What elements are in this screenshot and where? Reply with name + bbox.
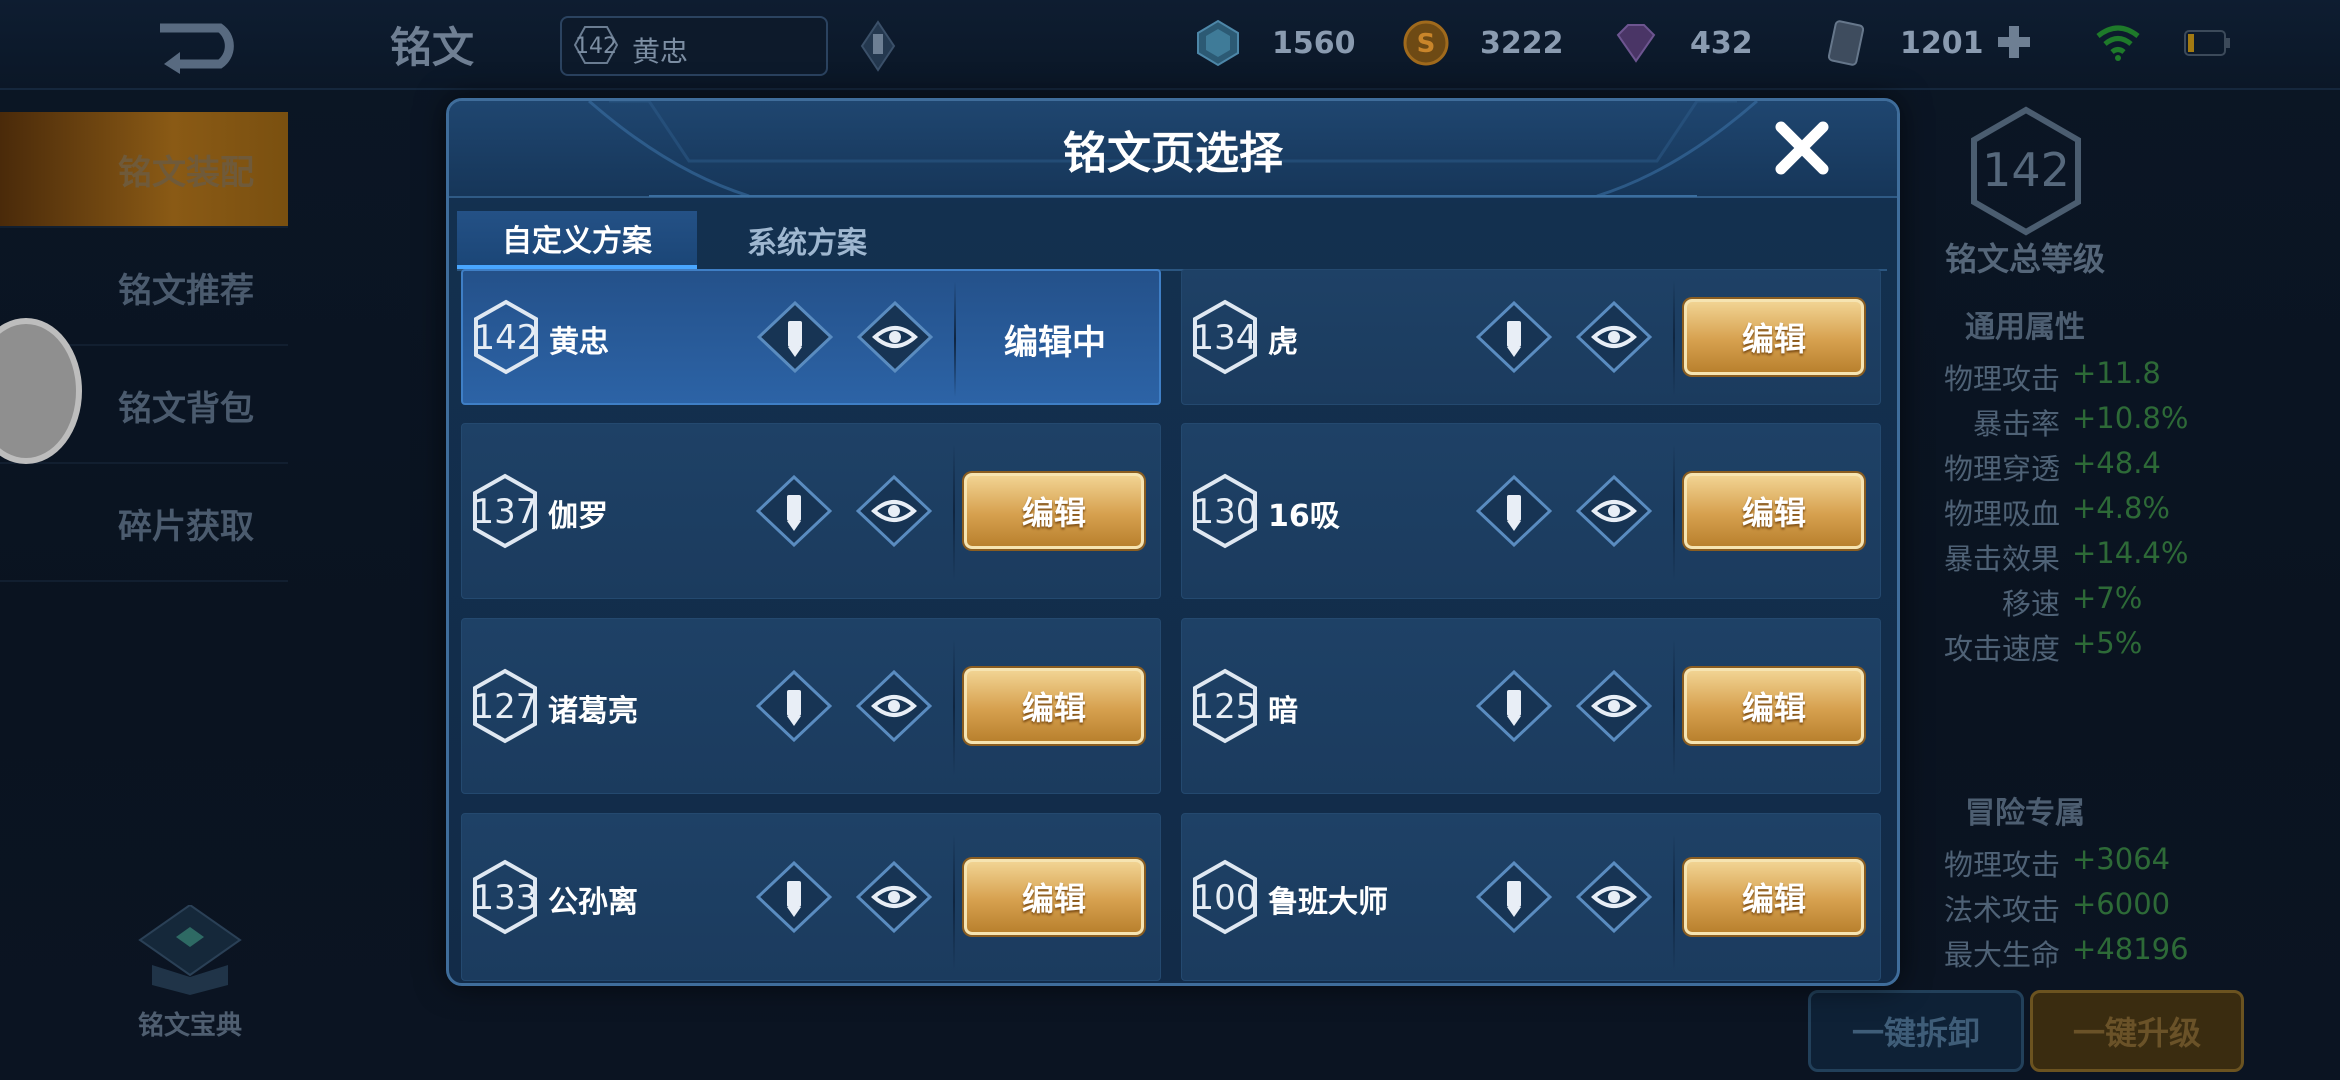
divider (1673, 280, 1675, 396)
rune-page-card[interactable]: 134 虎 编辑 (1181, 269, 1881, 405)
edit-button[interactable]: 编辑 (964, 859, 1144, 935)
level-hex-icon: 130 (1193, 473, 1258, 549)
page-name: 诸葛亮 (548, 694, 638, 729)
preview-eye-icon[interactable] (856, 861, 932, 933)
edit-button[interactable]: 编辑 (964, 473, 1144, 549)
preview-eye-icon[interactable] (1576, 861, 1652, 933)
divider (1673, 444, 1675, 580)
preview-eye-icon[interactable] (1576, 301, 1652, 373)
divider (1673, 639, 1675, 775)
rune-page-card[interactable]: 100 鲁班大师 编辑 (1181, 813, 1881, 981)
page-name: 鲁班大师 (1268, 885, 1388, 920)
tab-label: 自定义方案 (502, 224, 652, 259)
page-level: 125 (1193, 687, 1258, 727)
dialog-tabs: 自定义方案 系统方案 (457, 211, 1887, 271)
page-level: 100 (1193, 878, 1258, 918)
page-name: 虎 (1268, 325, 1298, 360)
edit-button[interactable]: 编辑 (964, 668, 1144, 744)
level-hex-icon: 137 (473, 473, 538, 549)
rename-pen-icon[interactable] (756, 670, 832, 742)
page-level: 137 (473, 492, 538, 532)
rename-pen-icon[interactable] (1476, 301, 1552, 373)
divider (953, 639, 955, 775)
page-name: 16吸 (1268, 499, 1340, 534)
edit-button[interactable]: 编辑 (1684, 668, 1864, 744)
page-level: 134 (1193, 318, 1258, 358)
editing-status: 编辑中 (1004, 323, 1106, 363)
edit-button[interactable]: 编辑 (1684, 859, 1864, 935)
dialog-title: 铭文页选择 (1063, 128, 1283, 179)
rune-page-select-dialog: 铭文页选择 自定义方案 系统方案 142 黄忠 编辑中 134 虎 编辑 137… (446, 98, 1900, 986)
preview-eye-icon[interactable] (856, 670, 932, 742)
tab-custom-plans[interactable]: 自定义方案 (457, 211, 697, 269)
divider (953, 834, 955, 970)
page-name: 公孙离 (548, 885, 638, 920)
level-hex-icon: 142 (474, 299, 539, 375)
divider (1673, 834, 1675, 970)
rune-page-card[interactable]: 127 诸葛亮 编辑 (461, 618, 1161, 794)
preview-eye-icon[interactable] (1576, 670, 1652, 742)
edit-button[interactable]: 编辑 (1684, 473, 1864, 549)
rune-page-card[interactable]: 130 16吸 编辑 (1181, 423, 1881, 599)
level-hex-icon: 133 (473, 859, 538, 935)
rename-pen-icon[interactable] (757, 301, 833, 373)
rune-page-card[interactable]: 125 暗 编辑 (1181, 618, 1881, 794)
page-level: 142 (474, 318, 539, 358)
preview-eye-icon[interactable] (856, 475, 932, 547)
rename-pen-icon[interactable] (1476, 861, 1552, 933)
level-hex-icon: 127 (473, 668, 538, 744)
close-icon[interactable] (1771, 117, 1833, 179)
level-hex-icon: 100 (1193, 859, 1258, 935)
preview-eye-icon[interactable] (857, 301, 933, 373)
tab-label: 系统方案 (747, 226, 867, 261)
page-level: 133 (473, 878, 538, 918)
preview-eye-icon[interactable] (1576, 475, 1652, 547)
edit-button[interactable]: 编辑 (1684, 299, 1864, 375)
page-level: 127 (473, 687, 538, 727)
level-hex-icon: 134 (1193, 299, 1258, 375)
page-name: 黄忠 (549, 325, 609, 360)
divider (954, 281, 956, 397)
rune-page-card[interactable]: 137 伽罗 编辑 (461, 423, 1161, 599)
divider (953, 444, 955, 580)
page-name: 暗 (1268, 694, 1298, 729)
page-level: 130 (1193, 492, 1258, 532)
rename-pen-icon[interactable] (756, 475, 832, 547)
rename-pen-icon[interactable] (756, 861, 832, 933)
rename-pen-icon[interactable] (1476, 670, 1552, 742)
tab-system-plans[interactable]: 系统方案 (707, 211, 907, 269)
rune-page-card[interactable]: 142 黄忠 编辑中 (461, 269, 1161, 405)
rename-pen-icon[interactable] (1476, 475, 1552, 547)
level-hex-icon: 125 (1193, 668, 1258, 744)
page-name: 伽罗 (548, 499, 608, 534)
rune-page-card[interactable]: 133 公孙离 编辑 (461, 813, 1161, 981)
